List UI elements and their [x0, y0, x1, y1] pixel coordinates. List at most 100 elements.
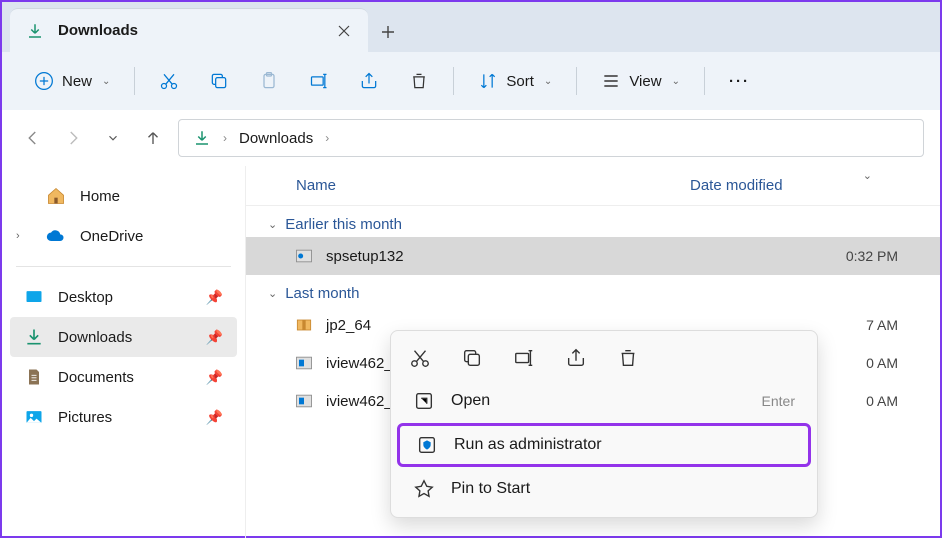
cut-button[interactable]	[147, 62, 191, 100]
context-run-admin[interactable]: Run as administrator	[397, 423, 811, 467]
copy-icon	[209, 71, 229, 91]
close-icon[interactable]	[336, 23, 352, 39]
group-last[interactable]: ⌄Last month	[246, 275, 940, 306]
open-icon	[413, 390, 435, 412]
more-button[interactable]: ···	[717, 62, 762, 100]
share-button[interactable]	[347, 62, 391, 100]
file-row[interactable]: spsetup132 0:32 PM	[246, 237, 940, 275]
rename-icon[interactable]	[513, 347, 535, 369]
column-modified[interactable]: Date modified⌄	[690, 177, 910, 194]
divider	[134, 67, 135, 95]
sidebar-label: OneDrive	[80, 228, 143, 245]
installer-icon	[294, 391, 314, 411]
download-icon	[193, 129, 211, 147]
sidebar-label: Downloads	[58, 329, 192, 346]
trash-icon	[409, 71, 429, 91]
pin-icon: 📌	[206, 329, 223, 346]
pin-icon: 📌	[206, 289, 223, 306]
chevron-down-icon: ⌄	[672, 76, 680, 87]
view-button[interactable]: View ⌄	[589, 62, 692, 100]
context-shortcut: Enter	[762, 393, 795, 409]
sidebar-item-home[interactable]: Home	[10, 176, 237, 216]
sidebar-label: Home	[80, 188, 120, 205]
share-icon	[359, 71, 379, 91]
navigation-row: › Downloads ›	[2, 110, 940, 166]
archive-icon	[294, 315, 314, 335]
chevron-down-icon: ⌄	[544, 76, 552, 87]
chevron-right-icon: ›	[223, 131, 227, 145]
sidebar-item-onedrive[interactable]: › OneDrive	[10, 216, 237, 256]
shield-icon	[416, 434, 438, 456]
chevron-right-icon: ›	[325, 131, 329, 145]
scissors-icon[interactable]	[409, 347, 431, 369]
desktop-icon	[24, 287, 44, 307]
context-menu: Open Enter Run as administrator Pin to S…	[390, 330, 818, 518]
trash-icon[interactable]	[617, 347, 639, 369]
document-icon	[24, 367, 44, 387]
column-name[interactable]: Name	[276, 177, 690, 194]
chevron-down-icon: ⌄	[268, 218, 277, 231]
pictures-icon	[24, 407, 44, 427]
sidebar-label: Pictures	[58, 409, 192, 426]
pin-icon	[413, 478, 435, 500]
divider	[576, 67, 577, 95]
back-button[interactable]	[18, 123, 48, 153]
tab-downloads[interactable]: Downloads	[10, 8, 368, 52]
sidebar-item-desktop[interactable]: Desktop 📌	[10, 277, 237, 317]
rename-button[interactable]	[297, 62, 341, 100]
delete-button[interactable]	[397, 62, 441, 100]
address-bar[interactable]: › Downloads ›	[178, 119, 924, 157]
download-icon	[24, 327, 44, 347]
divider	[453, 67, 454, 95]
context-pin-start[interactable]: Pin to Start	[397, 467, 811, 511]
context-toolbar	[397, 337, 811, 379]
context-open[interactable]: Open Enter	[397, 379, 811, 423]
home-icon	[46, 186, 66, 206]
chevron-down-icon: ⌄	[863, 169, 872, 182]
group-earlier[interactable]: ⌄Earlier this month	[246, 206, 940, 237]
sort-label: Sort	[506, 73, 534, 90]
title-bar: Downloads	[2, 2, 940, 52]
divider	[16, 266, 231, 267]
forward-button[interactable]	[58, 123, 88, 153]
breadcrumb-current[interactable]: Downloads	[239, 130, 313, 147]
copy-button[interactable]	[197, 62, 241, 100]
plus-circle-icon	[34, 71, 54, 91]
recent-button[interactable]	[98, 123, 128, 153]
new-button[interactable]: New ⌄	[22, 62, 122, 100]
sidebar: Home › OneDrive Desktop 📌 Downloads 📌 Do…	[2, 166, 246, 538]
divider	[704, 67, 705, 95]
up-button[interactable]	[138, 123, 168, 153]
sidebar-label: Documents	[58, 369, 192, 386]
chevron-down-icon: ⌄	[268, 287, 277, 300]
sidebar-item-downloads[interactable]: Downloads 📌	[10, 317, 237, 357]
context-label: Pin to Start	[451, 480, 795, 498]
installer-icon	[294, 353, 314, 373]
share-icon[interactable]	[565, 347, 587, 369]
paste-button[interactable]	[247, 62, 291, 100]
scissors-icon	[159, 71, 179, 91]
file-name: spsetup132	[326, 248, 706, 265]
context-label: Open	[451, 392, 746, 410]
new-label: New	[62, 73, 92, 90]
chevron-down-icon: ⌄	[102, 76, 110, 87]
copy-icon[interactable]	[461, 347, 483, 369]
download-icon	[26, 22, 44, 40]
sort-button[interactable]: Sort ⌄	[466, 62, 564, 100]
list-icon	[601, 71, 621, 91]
context-label: Run as administrator	[454, 436, 792, 454]
view-label: View	[629, 73, 661, 90]
cloud-icon	[46, 226, 66, 246]
toolbar: New ⌄ Sort ⌄ View ⌄ ···	[2, 52, 940, 110]
new-tab-button[interactable]	[368, 12, 408, 52]
installer-icon	[294, 246, 314, 266]
tab-title: Downloads	[58, 22, 322, 39]
paste-icon	[259, 71, 279, 91]
sidebar-item-pictures[interactable]: Pictures 📌	[10, 397, 237, 437]
pin-icon: 📌	[206, 369, 223, 386]
sidebar-item-documents[interactable]: Documents 📌	[10, 357, 237, 397]
sort-icon	[478, 71, 498, 91]
rename-icon	[309, 71, 329, 91]
column-header: Name Date modified⌄	[246, 166, 940, 206]
expand-icon[interactable]: ›	[16, 230, 32, 242]
